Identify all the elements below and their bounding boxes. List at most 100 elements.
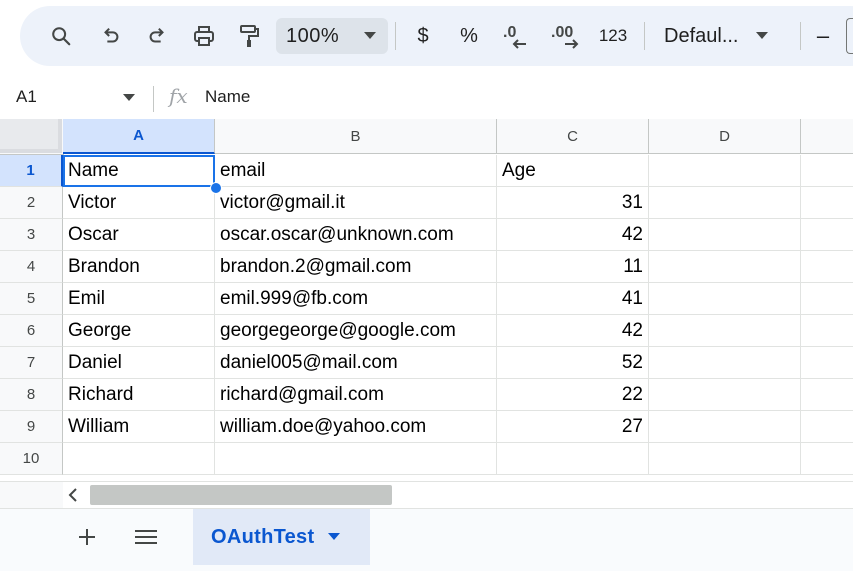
table-cell[interactable]: william.doe@yahoo.com	[215, 411, 497, 443]
table-cell[interactable]	[801, 443, 853, 475]
table-cell[interactable]: 41	[497, 283, 649, 315]
zoom-value: 100%	[286, 24, 340, 47]
column-header-c[interactable]: C	[497, 119, 649, 154]
undo-icon[interactable]	[96, 18, 126, 54]
column-header-a[interactable]: A	[63, 119, 215, 154]
table-cell[interactable]	[649, 251, 801, 283]
table-cell[interactable]: richard@gmail.com	[215, 379, 497, 411]
paint-format-icon[interactable]	[235, 18, 265, 54]
column-header-d[interactable]: D	[649, 119, 801, 154]
table-cell[interactable]: emil.999@fb.com	[215, 283, 497, 315]
table-cell[interactable]: Age	[497, 155, 649, 187]
table-cell[interactable]: George	[63, 315, 215, 347]
table-cell[interactable]	[801, 379, 853, 411]
table-cell[interactable]	[649, 379, 801, 411]
table-cell[interactable]: 22	[497, 379, 649, 411]
table-cell[interactable]: georgegeorge@google.com	[215, 315, 497, 347]
table-cell[interactable]: Richard	[63, 379, 215, 411]
select-all-corner[interactable]	[0, 119, 64, 155]
row-header[interactable]: 10	[0, 443, 63, 475]
table-cell[interactable]	[215, 443, 497, 475]
table-cell[interactable]	[497, 443, 649, 475]
font-select[interactable]: Defaul...	[664, 18, 769, 54]
table-cell[interactable]: 42	[497, 219, 649, 251]
row-header[interactable]: 4	[0, 251, 63, 283]
table-cell[interactable]	[801, 315, 853, 347]
table-cell[interactable]: Brandon	[63, 251, 215, 283]
table-cell[interactable]: Name	[63, 155, 215, 187]
zoom-select[interactable]: 100%	[276, 18, 388, 54]
table-cell[interactable]: William	[63, 411, 215, 443]
table-cell[interactable]: email	[215, 155, 497, 187]
table-cell[interactable]	[649, 283, 801, 315]
add-sheet-button[interactable]	[73, 523, 101, 551]
row-header[interactable]: 6	[0, 315, 63, 347]
print-icon[interactable]	[188, 18, 220, 54]
table-cell[interactable]	[649, 155, 801, 187]
table-cell[interactable]	[801, 411, 853, 443]
number-format-label: 123	[598, 26, 628, 45]
table-cell[interactable]	[801, 283, 853, 315]
toolbar-divider	[644, 22, 645, 50]
table-cell[interactable]	[801, 347, 853, 379]
sheet-tab-oauthtest[interactable]: OAuthTest	[193, 509, 370, 565]
decrease-font-size-button[interactable]: –	[810, 18, 836, 54]
plus-icon	[79, 529, 95, 545]
formula-input[interactable]: Name	[205, 87, 250, 107]
toolbar: 100% $ % .0 .00 123 Defaul... –	[20, 6, 853, 66]
table-cell[interactable]: 31	[497, 187, 649, 219]
row-header[interactable]: 8	[0, 379, 63, 411]
table-cell[interactable]	[649, 315, 801, 347]
chevron-down-icon[interactable]	[123, 94, 135, 102]
table-cell[interactable]	[801, 187, 853, 219]
table-cell[interactable]: brandon.2@gmail.com	[215, 251, 497, 283]
table-cell[interactable]	[801, 251, 853, 283]
font-size-input[interactable]	[846, 18, 853, 54]
row-header[interactable]: 7	[0, 347, 63, 379]
percent-format-button[interactable]: %	[454, 18, 484, 54]
table-cell[interactable]	[801, 155, 853, 187]
table-cell[interactable]	[649, 347, 801, 379]
table-cell[interactable]	[649, 219, 801, 251]
increase-decimal-button[interactable]: .00	[546, 18, 586, 54]
currency-format-button[interactable]: $	[408, 18, 438, 54]
decrease-decimal-button[interactable]: .0	[498, 18, 534, 54]
column-header-b[interactable]: B	[215, 119, 497, 154]
toolbar-divider	[800, 22, 801, 50]
table-cell[interactable]	[649, 187, 801, 219]
chevron-down-icon[interactable]	[328, 533, 341, 541]
font-value: Defaul...	[664, 24, 739, 47]
svg-text:.00: .00	[551, 24, 573, 41]
table-cell[interactable]: 52	[497, 347, 649, 379]
table-cell[interactable]	[649, 443, 801, 475]
redo-icon[interactable]	[142, 18, 172, 54]
table-cell[interactable]: oscar.oscar@unknown.com	[215, 219, 497, 251]
scroll-left-icon[interactable]	[67, 487, 79, 503]
row-header[interactable]: 5	[0, 283, 63, 315]
toolbar-area: 100% $ % .0 .00 123 Defaul... –	[0, 0, 853, 78]
name-box[interactable]: A1	[16, 87, 37, 107]
table-cell[interactable]	[649, 411, 801, 443]
fill-handle[interactable]	[210, 182, 222, 194]
more-formats-button[interactable]: 123	[594, 18, 632, 54]
table-cell[interactable]: 42	[497, 315, 649, 347]
table-cell[interactable]: Oscar	[63, 219, 215, 251]
table-cell[interactable]	[801, 219, 853, 251]
scrollbar-thumb[interactable]	[90, 485, 392, 505]
table-cell[interactable]	[63, 443, 215, 475]
table-cell[interactable]: Emil	[63, 283, 215, 315]
all-sheets-button[interactable]	[132, 523, 160, 551]
row-header[interactable]: 1	[0, 155, 63, 187]
column-header-e[interactable]	[801, 119, 853, 154]
table-cell[interactable]: Victor	[63, 187, 215, 219]
row-header[interactable]: 3	[0, 219, 63, 251]
table-cell[interactable]: victor@gmail.it	[215, 187, 497, 219]
table-cell[interactable]: Daniel	[63, 347, 215, 379]
row-header[interactable]: 9	[0, 411, 63, 443]
table-cell[interactable]: 27	[497, 411, 649, 443]
table-cell[interactable]: 11	[497, 251, 649, 283]
search-icon[interactable]	[46, 18, 76, 54]
table-cell[interactable]: daniel005@mail.com	[215, 347, 497, 379]
horizontal-scrollbar[interactable]	[0, 481, 853, 508]
row-header[interactable]: 2	[0, 187, 63, 219]
